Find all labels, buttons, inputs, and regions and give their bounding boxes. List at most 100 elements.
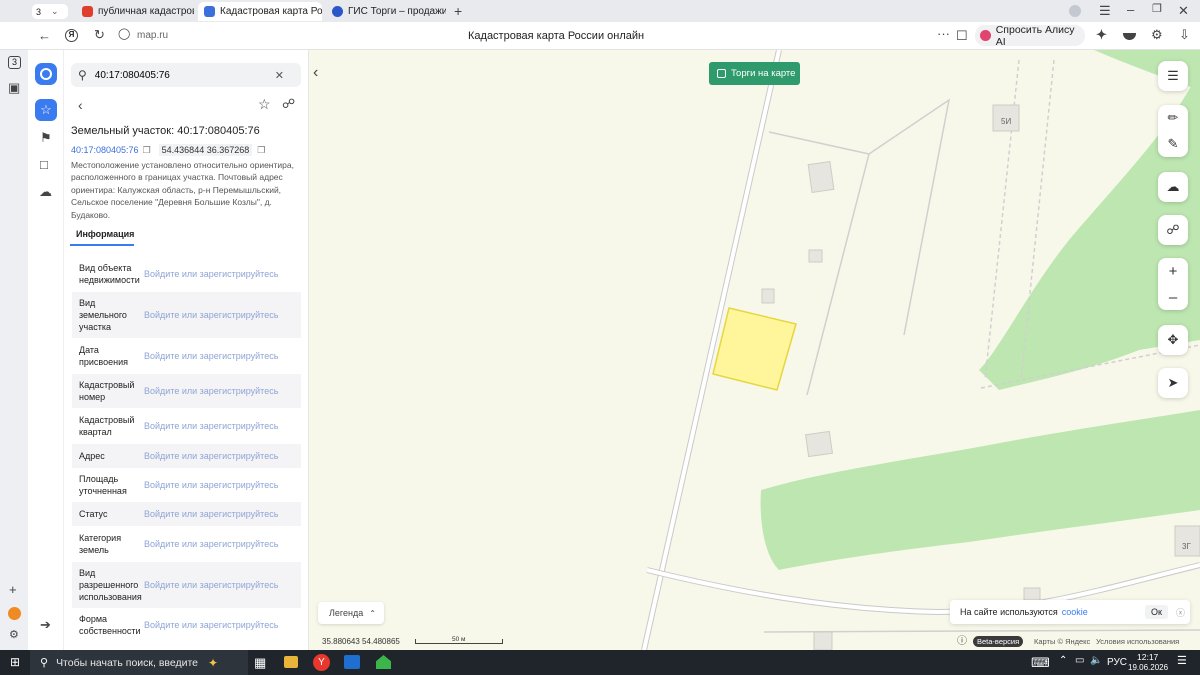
bookmark-icon[interactable]: ☐ — [956, 29, 968, 42]
terms-link[interactable]: Условия использования — [1096, 637, 1179, 646]
back-icon[interactable]: ← — [38, 29, 51, 42]
clear-search-icon[interactable]: ✕ — [275, 69, 284, 82]
task-view-icon[interactable]: ▦ — [254, 656, 266, 669]
share-map-button[interactable]: ☍ — [1158, 215, 1188, 245]
close-window-icon[interactable]: ✕ — [1178, 4, 1189, 17]
map-canvas[interactable]: 5И 3Г ‹ Торги на карте ☰ ✏ ✎ ☁ ☍ + – ✥ ➤… — [309, 50, 1200, 650]
parcel-number-link[interactable]: 40:17:080405:76 — [71, 145, 139, 155]
panel-settings-icon[interactable]: ⚙ — [9, 630, 19, 641]
layers-button[interactable]: ☰ — [1158, 61, 1188, 91]
cookie-link[interactable]: cookie — [1062, 607, 1088, 617]
locate-button[interactable]: ➤ — [1158, 368, 1188, 398]
legend-button[interactable]: Легенда ⌃ — [318, 602, 384, 624]
login-link[interactable]: Войдите или зарегистрируйтесь — [144, 509, 278, 519]
login-link[interactable]: Войдите или зарегистрируйтесь — [144, 269, 278, 279]
tray-chevron-icon[interactable]: ⌃ — [1059, 656, 1067, 666]
info-row-key: Вид земельного участка — [79, 298, 127, 332]
share-icon[interactable]: ☍ — [282, 97, 295, 110]
info-row-key: Адрес — [79, 451, 105, 461]
site-info-icon[interactable]: ◯ — [118, 29, 130, 40]
tab-2[interactable]: Кадастровая карта Рос ✕ — [198, 2, 322, 21]
yandex-logo-icon[interactable]: Я — [65, 29, 78, 42]
menu-icon[interactable]: ☰ — [1099, 4, 1111, 17]
upload-button[interactable]: ☁ — [1158, 172, 1188, 202]
favorite-star-icon[interactable]: ☆ — [258, 97, 271, 111]
login-link[interactable]: Войдите или зарегистрируйтесь — [144, 480, 278, 490]
new-tab-icon[interactable]: + — [454, 4, 462, 18]
tab-1[interactable]: публичная кадастровая к — [76, 2, 194, 21]
scale-label: 50 м — [452, 636, 466, 643]
info-icon[interactable]: ⓘ — [957, 637, 967, 647]
login-link[interactable]: Войдите или зарегистрируйтесь — [144, 421, 278, 431]
cookie-notice: На сайте используются cookie Ок ⓧ — [950, 600, 1190, 624]
downloads-icon[interactable]: ⇩ — [1179, 28, 1190, 41]
yandex-browser-icon[interactable]: Y — [313, 654, 330, 671]
clock-date[interactable]: 19.06.2026 — [1128, 663, 1168, 672]
minimize-icon[interactable]: – — [1127, 3, 1134, 16]
cookie-ok-button[interactable]: Ок — [1145, 605, 1168, 619]
zen-icon[interactable] — [8, 607, 21, 620]
login-link[interactable]: Войдите или зарегистрируйтесь — [144, 580, 278, 590]
copy-coords-icon[interactable]: ❐ — [257, 145, 265, 156]
login-link[interactable]: Войдите или зарегистрируйтесь — [144, 351, 278, 361]
screenshot-icon[interactable]: ▣ — [8, 81, 20, 94]
keyboard-icon[interactable]: ⌨ — [1031, 656, 1050, 669]
reload-icon[interactable]: ↻ — [94, 28, 105, 41]
add-panel-icon[interactable]: + — [9, 583, 17, 596]
selected-parcel[interactable] — [712, 307, 797, 391]
copyright-text[interactable]: Карты © Яндекс — [1034, 637, 1090, 646]
torgi-on-map-toggle[interactable]: Торги на карте — [709, 62, 800, 85]
tabs-count-icon[interactable]: 3 — [8, 56, 21, 69]
extensions-puzzle-icon[interactable]: ⚙ — [1151, 28, 1163, 41]
zoom-in-icon[interactable]: + — [1169, 263, 1178, 280]
file-explorer-icon[interactable] — [284, 656, 298, 668]
network-icon[interactable]: ▭ — [1075, 656, 1084, 666]
login-link[interactable]: Войдите или зарегистрируйтесь — [144, 310, 278, 320]
info-row-key: Категория земель — [79, 533, 122, 555]
taskbar-search[interactable]: ⚲ Чтобы начать поиск, введите ✦ — [30, 650, 248, 675]
login-link[interactable]: Войдите или зарегистрируйтесь — [144, 451, 278, 461]
edit-icon[interactable]: ✎ — [1168, 136, 1179, 152]
info-row-key: Статус — [79, 509, 108, 519]
login-link[interactable]: Войдите или зарегистрируйтесь — [144, 620, 278, 630]
zoom-out-icon[interactable]: – — [1169, 289, 1177, 306]
maximize-icon[interactable]: ❐ — [1152, 4, 1162, 15]
select-area-icon[interactable]: □ — [40, 158, 48, 171]
collapse-panel-icon[interactable]: ‹ — [313, 65, 318, 81]
login-link[interactable]: Войдите или зарегистрируйтесь — [144, 539, 278, 549]
home-app-icon[interactable] — [376, 655, 391, 669]
cookie-close-icon[interactable]: ⓧ — [1176, 606, 1185, 619]
ruler-icon[interactable]: ✏ — [1168, 110, 1179, 126]
windows-start-icon[interactable]: ⊞ — [10, 656, 20, 668]
info-row: Площадь уточненная Войдите или зарегистри… — [72, 468, 301, 502]
ask-alice-button[interactable]: Спросить Алису AI — [975, 24, 1085, 48]
back-arrow-icon[interactable]: ‹ — [78, 98, 83, 112]
checkbox-icon[interactable] — [717, 69, 726, 78]
tab-group-button[interactable]: 3 ⌄ — [32, 4, 68, 19]
app-logo-icon[interactable] — [35, 63, 57, 85]
language-indicator[interactable]: РУС — [1107, 657, 1127, 668]
volume-icon[interactable]: 🔈 — [1090, 656, 1102, 666]
vpn-extension-icon[interactable] — [1123, 33, 1136, 40]
move-button[interactable]: ✥ — [1158, 325, 1188, 355]
favorites-star-icon[interactable]: ☆ — [35, 99, 57, 121]
outlook-icon[interactable] — [344, 655, 360, 669]
clock-time[interactable]: 12:17 — [1137, 652, 1158, 662]
profile-avatar[interactable] — [1069, 5, 1081, 17]
search-input[interactable] — [94, 69, 275, 81]
login-icon[interactable]: ➔ — [40, 618, 51, 631]
extension-icon[interactable]: ✦ — [1096, 28, 1107, 41]
cloud-icon[interactable]: ☁ — [39, 185, 52, 198]
copy-number-icon[interactable]: ❐ — [143, 145, 151, 156]
tab-information[interactable]: Информация — [76, 229, 134, 239]
more-icon[interactable]: ··· — [937, 27, 950, 40]
notifications-icon[interactable]: ☰ — [1177, 656, 1187, 667]
search-highlight-icon: ✦ — [208, 655, 219, 670]
house-number-label: 5И — [1001, 117, 1012, 126]
beta-badge: Beta-версия — [973, 636, 1024, 647]
search-box[interactable]: ⚲ ✕ — [71, 63, 301, 87]
flag-icon[interactable]: ⚑ — [40, 131, 52, 144]
login-link[interactable]: Войдите или зарегистрируйтесь — [144, 386, 278, 396]
url-text[interactable]: map.ru — [137, 30, 168, 41]
tab-3[interactable]: ГИС Торги – продажи гос — [326, 2, 446, 21]
